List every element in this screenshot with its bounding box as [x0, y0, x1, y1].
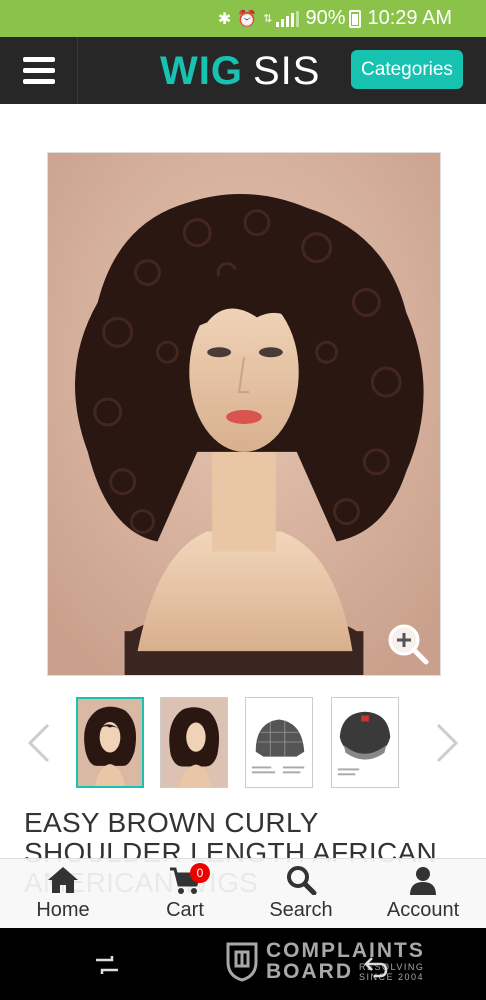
clock: 10:29 AM — [367, 7, 452, 29]
signal-icon — [276, 10, 300, 27]
chevron-right-icon[interactable] — [432, 721, 462, 765]
nav-home-label: Home — [36, 899, 90, 921]
wig-cap-diagram-thumb — [246, 698, 312, 787]
wig-cap-inside-thumb — [332, 698, 398, 787]
bluetooth-icon: ✱ — [217, 10, 232, 28]
battery-icon — [349, 9, 362, 28]
nav-cart[interactable]: 0 Cart — [130, 863, 240, 925]
thumbnail-carousel — [0, 697, 486, 789]
nav-search[interactable]: Search — [246, 865, 356, 925]
hamburger-icon — [22, 57, 55, 62]
chevron-left-icon[interactable] — [24, 721, 54, 765]
logo-sis: SIS — [252, 48, 321, 93]
logo-wig: WIG — [160, 48, 243, 93]
product-main-image[interactable] — [47, 152, 441, 676]
complaintsboard-watermark: COMPLAINTS BOARD RESOLVING SINCE 2004 — [224, 936, 444, 986]
account-icon — [410, 867, 436, 895]
wig-front-thumb — [78, 699, 142, 786]
thumbnail-2[interactable] — [160, 697, 228, 788]
recent-apps-icon[interactable] — [94, 952, 120, 978]
nav-cart-label: Cart — [166, 899, 204, 921]
site-logo[interactable]: WIG SIS — [160, 49, 320, 93]
nav-home[interactable]: Home — [8, 865, 118, 925]
nav-account[interactable]: Account — [368, 865, 478, 925]
nav-account-label: Account — [386, 899, 460, 921]
cart-icon: 0 — [168, 863, 210, 895]
battery-percent: 90% — [305, 7, 346, 29]
wig-mannequin-image — [48, 153, 440, 675]
watermark-line2: BOARD — [266, 960, 353, 983]
back-icon[interactable] — [362, 952, 390, 978]
alarm-icon: ⏰ — [237, 10, 258, 28]
zoom-in-icon[interactable] — [386, 622, 430, 666]
watermark-line1: COMPLAINTS — [266, 939, 425, 962]
search-icon — [287, 866, 317, 895]
shield-logo-icon — [226, 942, 258, 982]
wig-angle-thumb — [161, 698, 227, 787]
thumbnail-3[interactable] — [245, 697, 313, 788]
app-header: WIG SIS Categories — [0, 37, 486, 104]
thumbnail-1[interactable] — [76, 697, 144, 788]
thumbnail-4[interactable] — [331, 697, 399, 788]
cart-count-badge: 0 — [190, 863, 210, 883]
bottom-nav: Home 0 Cart Search Account — [0, 858, 486, 928]
nav-search-label: Search — [269, 899, 333, 921]
menu-button[interactable] — [0, 37, 78, 104]
home-icon — [48, 867, 78, 893]
data-icon: ⇅ — [263, 13, 273, 25]
status-bar: ✱ ⏰ ⇅ 90% 10:29 AM — [0, 0, 486, 37]
categories-button[interactable]: Categories — [351, 50, 463, 89]
system-nav-bar: COMPLAINTS BOARD RESOLVING SINCE 2004 — [0, 928, 486, 1000]
